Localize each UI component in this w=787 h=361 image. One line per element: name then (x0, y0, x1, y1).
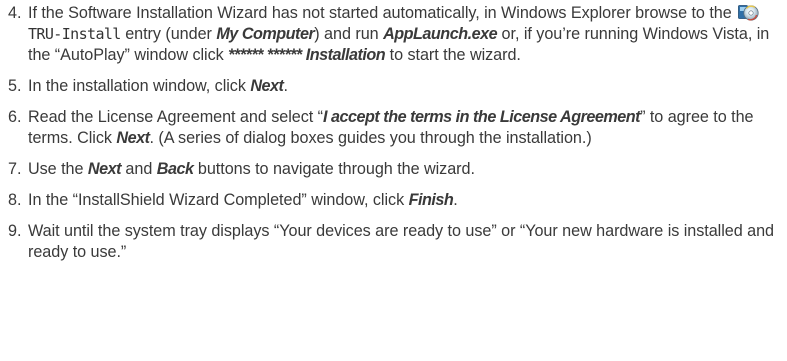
step-text: In the “InstallShield Wizard Completed” … (28, 191, 458, 209)
drive-label: TRU-Install (28, 25, 121, 43)
text-run: Read the License Agreement and select “ (28, 108, 324, 126)
step-number: 5. (8, 77, 22, 95)
step-item: 7. Use the Next and Back buttons to navig… (4, 159, 781, 180)
step-item: 5. In the installation window, click Next… (4, 76, 781, 97)
text-run: to start the wizard. (385, 46, 521, 64)
ui-term: Next (250, 77, 284, 95)
step-text: In the installation window, click Next. (28, 77, 288, 95)
ui-term: My Computer (216, 25, 315, 43)
text-run: . (453, 191, 458, 209)
step-text: Read the License Agreement and select “I… (28, 108, 754, 147)
text-run: In the “InstallShield Wizard Completed” … (28, 191, 409, 209)
step-number: 7. (8, 160, 22, 178)
text-run: . (283, 77, 288, 95)
text-run: entry (under (120, 25, 217, 43)
step-text: If the Software Installation Wizard has … (28, 4, 769, 64)
step-number: 6. (8, 108, 22, 126)
text-run: Wait until the system tray displays “You… (28, 222, 774, 261)
step-text: Wait until the system tray displays “You… (28, 222, 774, 261)
text-run: Use the (28, 160, 88, 178)
text-run: In the installation window, click (28, 77, 251, 95)
step-item: 6. Read the License Agreement and select … (4, 107, 781, 149)
ui-term: ****** ****** Installation (228, 46, 386, 64)
step-item: 9. Wait until the system tray displays “Y… (4, 221, 781, 263)
ui-term: Next (87, 160, 122, 178)
step-text: Use the Next and Back buttons to navigat… (28, 160, 475, 178)
ui-term: AppLaunch.exe (383, 25, 498, 43)
step-item: 8. In the “InstallShield Wizard Completed… (4, 190, 781, 211)
step-number: 8. (8, 191, 22, 209)
step-number: 4. (8, 4, 22, 22)
tru-install-cd-icon (738, 4, 759, 21)
installation-steps-list: 4. If the Software Installation Wizard ha… (4, 3, 781, 263)
step-item: 4. If the Software Installation Wizard ha… (4, 3, 781, 66)
text-run: . (A series of dialog boxes guides you t… (149, 129, 592, 147)
text-run: ) and run (314, 25, 384, 43)
text-run: If the Software Installation Wizard has … (28, 4, 737, 22)
instruction-document: 4. If the Software Installation Wizard ha… (0, 0, 787, 361)
ui-term: Next (116, 129, 150, 147)
ui-term: Back (156, 160, 194, 178)
text-run: and (120, 160, 157, 178)
step-number: 9. (8, 222, 22, 240)
ui-term: Finish (408, 191, 454, 209)
ui-term: I accept the terms in the License Agreem… (323, 108, 641, 126)
text-run: buttons to navigate through the wizard. (193, 160, 475, 178)
